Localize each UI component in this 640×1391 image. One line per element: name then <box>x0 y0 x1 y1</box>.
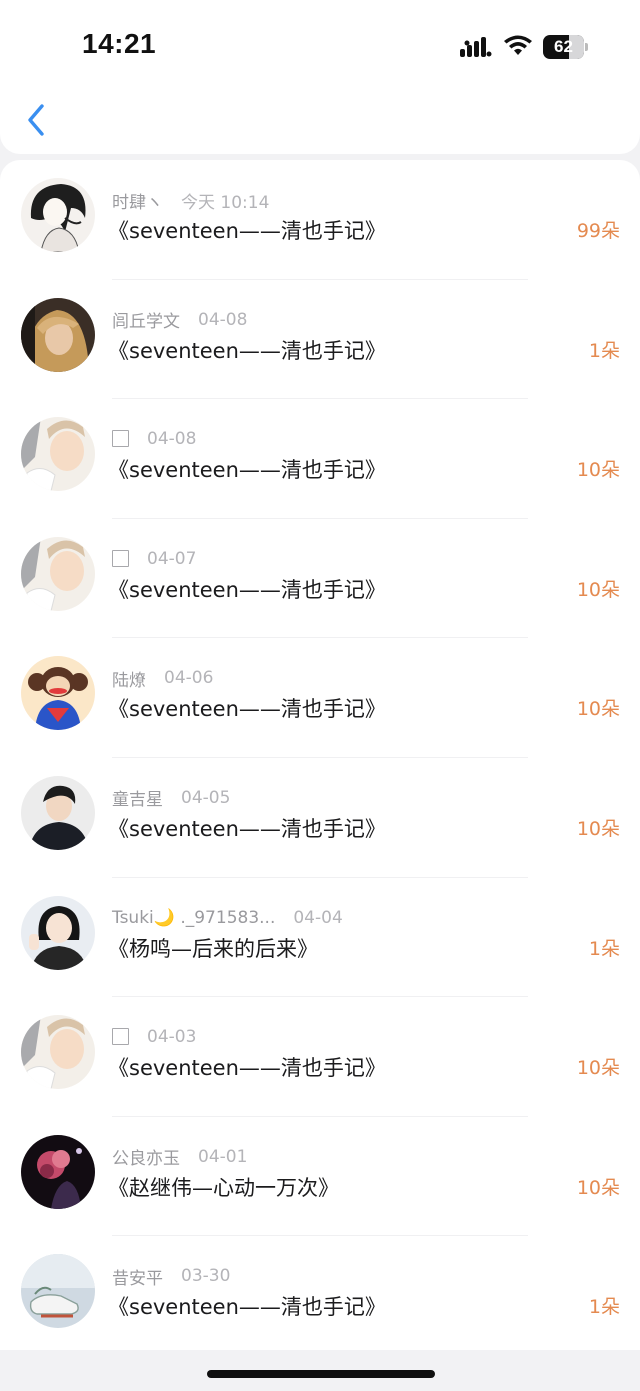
gift-amount: 10朵 <box>576 698 620 721</box>
home-indicator[interactable] <box>207 1370 435 1378</box>
list-item[interactable]: Tsuki🌙 ._971583... 04-04 《杨鸣—后来的后来》 1朵 <box>0 878 640 998</box>
sender-meta: 陆燎 04-06 <box>112 666 214 691</box>
song-title: 《seventeen——清也手记》 <box>108 816 386 841</box>
avatar[interactable] <box>21 895 95 970</box>
gift-amount: 1朵 <box>588 937 620 960</box>
list-item[interactable]: 04-07 《seventeen——清也手记》 10朵 <box>0 519 640 639</box>
sender-name <box>112 546 129 572</box>
send-date: 04-08 <box>147 429 197 450</box>
gift-amount: 10朵 <box>576 817 620 840</box>
battery-body: 62 <box>543 35 584 59</box>
sender-name: 童吉星 <box>112 790 163 811</box>
sender-meta: 04-03 <box>112 1025 196 1049</box>
list-item[interactable]: 童吉星 04-05 《seventeen——清也手记》 10朵 <box>0 758 640 878</box>
home-bar-zone <box>0 1350 640 1391</box>
sender-name: 闾丘学文 <box>112 312 180 333</box>
sender-name: Tsuki🌙 ._971583... <box>112 907 276 928</box>
battery-icon: 62 <box>543 35 589 59</box>
status-time: 14:21 <box>82 28 157 59</box>
sender-meta: 闾丘学文 04-08 <box>112 308 248 333</box>
wifi-icon <box>504 35 532 55</box>
gift-amount: 10朵 <box>576 1057 620 1080</box>
song-title: 《seventeen——清也手记》 <box>108 697 386 722</box>
list-item[interactable]: 昔安平 03-30 《seventeen——清也手记》 1朵 <box>0 1236 640 1350</box>
send-date: 04-03 <box>147 1027 197 1048</box>
song-title: 《赵继伟—心动一万次》 <box>108 1175 339 1200</box>
send-date: 04-07 <box>147 548 197 569</box>
sender-name <box>112 426 129 452</box>
send-date: 今天 10:14 <box>181 192 270 213</box>
avatar[interactable] <box>21 417 95 492</box>
unknown-glyph-box <box>112 549 129 567</box>
sender-meta: 04-07 <box>112 547 196 571</box>
sender-name: 昔安平 <box>112 1268 163 1289</box>
send-date: 04-01 <box>198 1146 248 1167</box>
song-title: 《杨鸣—后来的后来》 <box>108 936 318 961</box>
back-button[interactable] <box>18 98 54 142</box>
send-date: 03-30 <box>181 1266 231 1287</box>
avatar[interactable] <box>21 178 95 252</box>
send-date: 04-06 <box>164 668 214 689</box>
list-item[interactable]: 时肆ヽ 今天 10:14 《seventeen——清也手记》 99朵 <box>0 160 640 280</box>
list-item[interactable]: 04-08 《seventeen——清也手记》 10朵 <box>0 399 640 519</box>
song-title: 《seventeen——清也手记》 <box>108 1295 386 1320</box>
list-item[interactable]: 04-03 《seventeen——清也手记》 10朵 <box>0 997 640 1117</box>
sender-name: 公良亦玉 <box>112 1149 180 1170</box>
send-date: 04-04 <box>293 907 343 928</box>
sender-meta: 时肆ヽ 今天 10:14 <box>112 188 270 213</box>
unknown-glyph-box <box>112 430 129 448</box>
gift-amount: 99朵 <box>576 220 620 242</box>
avatar[interactable] <box>21 1134 95 1209</box>
gift-record-list: 时肆ヽ 今天 10:14 《seventeen——清也手记》 99朵 闾丘学文 <box>0 160 640 1350</box>
list-item[interactable]: 闾丘学文 04-08 《seventeen——清也手记》 1朵 <box>0 280 640 400</box>
song-title: 《seventeen——清也手记》 <box>108 1056 386 1081</box>
song-title: 《seventeen——清也手记》 <box>108 577 386 602</box>
avatar[interactable] <box>21 656 95 731</box>
avatar[interactable] <box>21 1254 95 1329</box>
app-screen: 14:21 62 时肆ヽ 今天 10:14 《seventeen——清也手记》 … <box>0 0 640 1391</box>
sender-meta: 公良亦玉 04-01 <box>112 1145 248 1170</box>
sender-name: 时肆ヽ <box>112 192 163 213</box>
song-title: 《seventeen——清也手记》 <box>108 219 386 243</box>
gift-amount: 10朵 <box>576 459 620 482</box>
sender-meta: 04-08 <box>112 427 196 451</box>
sender-meta: Tsuki🌙 ._971583... 04-04 <box>112 906 343 930</box>
avatar[interactable] <box>21 297 95 372</box>
gift-amount: 10朵 <box>576 578 620 601</box>
sender-meta: 童吉星 04-05 <box>112 786 231 811</box>
avatar[interactable] <box>21 775 95 850</box>
list-item[interactable]: 公良亦玉 04-01 《赵继伟—心动一万次》 10朵 <box>0 1117 640 1237</box>
gift-amount: 10朵 <box>576 1176 620 1199</box>
song-title: 《seventeen——清也手记》 <box>108 338 386 363</box>
send-date: 04-08 <box>198 309 248 330</box>
sender-meta: 昔安平 03-30 <box>112 1264 231 1289</box>
battery-level: 62 <box>554 37 573 56</box>
sender-name <box>112 1024 129 1050</box>
send-date: 04-05 <box>181 787 231 808</box>
song-title: 《seventeen——清也手记》 <box>108 458 386 483</box>
chevron-left-icon <box>28 104 44 136</box>
list-item[interactable]: 陆燎 04-06 《seventeen——清也手记》 10朵 <box>0 638 640 758</box>
gift-amount: 1朵 <box>588 1296 620 1319</box>
avatar[interactable] <box>21 536 95 611</box>
top-bar: 14:21 62 <box>0 0 640 154</box>
signal-icon <box>460 37 492 57</box>
gift-amount: 1朵 <box>588 339 620 362</box>
avatar[interactable] <box>21 1015 95 1090</box>
unknown-glyph-box <box>112 1028 129 1046</box>
sender-name: 陆燎 <box>112 670 146 691</box>
